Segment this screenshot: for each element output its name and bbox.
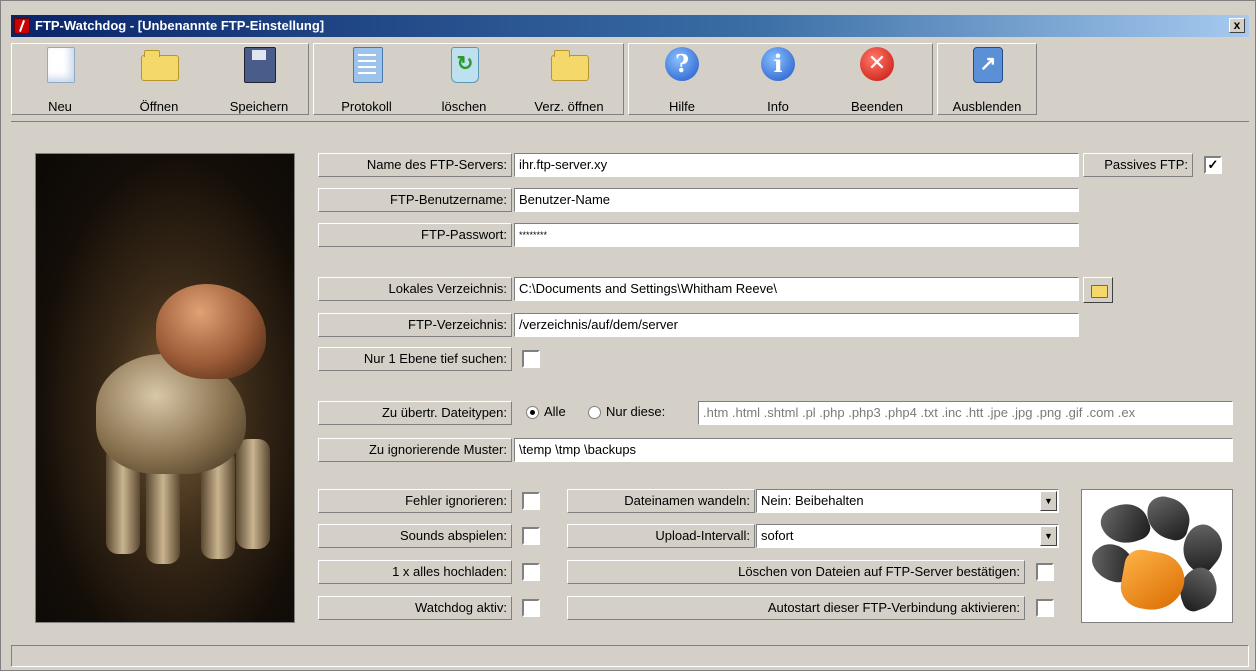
info-button[interactable]: i Info bbox=[743, 45, 813, 114]
local-dir-input[interactable]: C:\Documents and Settings\Whitham Reeve\ bbox=[514, 277, 1079, 301]
hide-button[interactable]: ↗ Ausblenden bbox=[941, 45, 1033, 114]
log-button-label: Protokoll bbox=[341, 99, 392, 114]
upload-all-label: 1 x alles hochladen: bbox=[318, 560, 512, 584]
log-button[interactable]: Protokoll bbox=[329, 45, 404, 114]
server-input[interactable]: ihr.ftp-server.xy bbox=[514, 153, 1079, 177]
password-input[interactable]: ******** bbox=[514, 223, 1079, 247]
sounds-checkbox[interactable] bbox=[522, 527, 540, 545]
username-input[interactable]: Benutzer-Name bbox=[514, 188, 1079, 212]
delete-button-label: löschen bbox=[441, 99, 487, 114]
username-label: FTP-Benutzername: bbox=[318, 188, 512, 212]
open-button-label: Öffnen bbox=[139, 99, 179, 114]
local-dir-label: Lokales Verzeichnis: bbox=[318, 277, 512, 301]
exit-button-label: Beenden bbox=[850, 99, 904, 114]
hide-window-icon: ↗ bbox=[973, 47, 1003, 83]
rename-select[interactable]: Nein: Beibehalten ▼ bbox=[756, 489, 1059, 513]
autostart-label: Autostart dieser FTP-Verbindung aktivier… bbox=[567, 596, 1025, 620]
filetypes-only-radio[interactable] bbox=[588, 406, 601, 419]
filetypes-only-label[interactable]: Nur diese: bbox=[606, 404, 665, 420]
delete-button[interactable]: ↻ löschen bbox=[429, 45, 499, 114]
ignore-errors-label: Fehler ignorieren: bbox=[318, 489, 512, 513]
window-title: FTP-Watchdog - [Unbenannte FTP-Einstellu… bbox=[35, 18, 325, 33]
new-button-label: Neu bbox=[48, 99, 72, 114]
rename-select-value: Nein: Beibehalten bbox=[761, 493, 864, 508]
status-bar bbox=[11, 645, 1249, 667]
notepad-icon bbox=[352, 47, 383, 83]
floppy-disk-icon bbox=[244, 47, 276, 83]
save-button[interactable]: Speichern bbox=[219, 45, 299, 114]
new-document-icon bbox=[47, 47, 75, 83]
robot-dog-image bbox=[35, 153, 295, 623]
folder-icon bbox=[1091, 285, 1108, 298]
save-button-label: Speichern bbox=[229, 99, 289, 114]
exit-icon: ✕ bbox=[860, 47, 894, 81]
dog-leg bbox=[236, 439, 270, 549]
filetypes-all-label[interactable]: Alle bbox=[544, 404, 566, 420]
main-window: FTP-Watchdog - [Unbenannte FTP-Einstellu… bbox=[0, 0, 1256, 671]
ftp-dir-label: FTP-Verzeichnis: bbox=[318, 313, 512, 337]
upload-all-checkbox[interactable] bbox=[522, 563, 540, 581]
filetypes-label: Zu übertr. Dateitypen: bbox=[318, 401, 512, 425]
confirm-delete-checkbox[interactable] bbox=[1036, 563, 1054, 581]
recycle-bin-icon: ↻ bbox=[451, 47, 479, 83]
sounds-label: Sounds abspielen: bbox=[318, 524, 512, 548]
interval-select-value: sofort bbox=[761, 528, 794, 543]
watchdog-label: Watchdog aktiv: bbox=[318, 596, 512, 620]
interval-select[interactable]: sofort ▼ bbox=[756, 524, 1059, 548]
filetypes-input[interactable]: .htm .html .shtml .pl .php .php3 .php4 .… bbox=[698, 401, 1233, 425]
toolbar: Neu Öffnen Speichern Protokoll ↻ löschen… bbox=[11, 39, 1249, 122]
new-button[interactable]: Neu bbox=[25, 45, 95, 114]
confirm-delete-label: Löschen von Dateien auf FTP-Server bestä… bbox=[567, 560, 1025, 584]
app-logo bbox=[1081, 489, 1233, 623]
autostart-checkbox[interactable] bbox=[1036, 599, 1054, 617]
ftp-dir-input[interactable]: /verzeichnis/auf/dem/server bbox=[514, 313, 1079, 337]
dog-head bbox=[156, 284, 266, 379]
logo-petal-orange bbox=[1117, 547, 1189, 615]
hide-button-label: Ausblenden bbox=[952, 99, 1022, 114]
ignore-input[interactable]: \temp \tmp \backups bbox=[514, 438, 1233, 462]
passive-ftp-label: Passives FTP: bbox=[1083, 153, 1193, 177]
interval-label: Upload-Intervall: bbox=[567, 524, 755, 548]
passive-ftp-checkbox[interactable]: ✓ bbox=[1204, 156, 1222, 174]
help-button-label: Hilfe bbox=[668, 99, 695, 114]
logo-petal bbox=[1096, 497, 1154, 551]
settings-panel: Name des FTP-Servers: ihr.ftp-server.xy … bbox=[11, 122, 1249, 638]
open-dir-button-label: Verz. öffnen bbox=[534, 99, 604, 114]
chevron-down-icon[interactable]: ▼ bbox=[1040, 491, 1057, 511]
server-label: Name des FTP-Servers: bbox=[318, 153, 512, 177]
chevron-down-icon[interactable]: ▼ bbox=[1040, 526, 1057, 546]
watchdog-checkbox[interactable] bbox=[522, 599, 540, 617]
open-button[interactable]: Öffnen bbox=[124, 45, 194, 114]
browse-folder-button[interactable] bbox=[1083, 277, 1113, 303]
open-folder-icon bbox=[141, 50, 179, 81]
close-button[interactable]: x bbox=[1229, 18, 1245, 33]
filetypes-all-radio[interactable] bbox=[526, 406, 539, 419]
help-button[interactable]: ? Hilfe bbox=[647, 45, 717, 114]
help-icon: ? bbox=[665, 47, 699, 81]
rename-label: Dateinamen wandeln: bbox=[567, 489, 755, 513]
ignore-label: Zu ignorierende Muster: bbox=[318, 438, 512, 462]
open-dir-button[interactable]: Verz. öffnen bbox=[519, 45, 619, 114]
info-button-label: Info bbox=[767, 99, 789, 114]
one-level-label: Nur 1 Ebene tief suchen: bbox=[318, 347, 512, 371]
folder-icon bbox=[551, 50, 589, 81]
app-icon bbox=[14, 18, 30, 34]
title-bar[interactable]: FTP-Watchdog - [Unbenannte FTP-Einstellu… bbox=[11, 15, 1249, 37]
exit-button[interactable]: ✕ Beenden bbox=[837, 45, 917, 114]
password-label: FTP-Passwort: bbox=[318, 223, 512, 247]
info-icon: i bbox=[761, 47, 795, 81]
ignore-errors-checkbox[interactable] bbox=[522, 492, 540, 510]
one-level-checkbox[interactable] bbox=[522, 350, 540, 368]
